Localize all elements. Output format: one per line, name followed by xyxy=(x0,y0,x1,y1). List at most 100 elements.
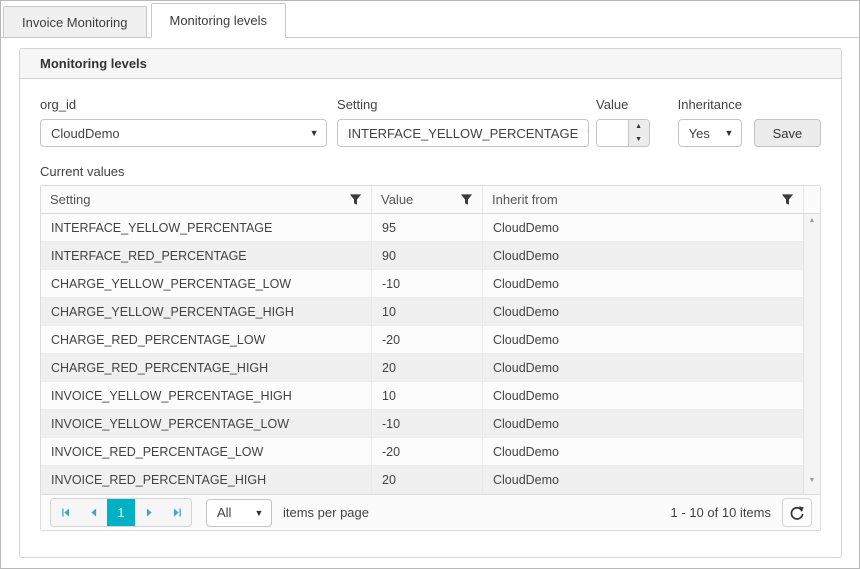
filter-icon[interactable] xyxy=(781,193,794,206)
grid-rows: INTERFACE_YELLOW_PERCENTAGE 95 CloudDemo… xyxy=(41,214,803,494)
table-row[interactable]: CHARGE_RED_PERCENTAGE_LOW -20 CloudDemo xyxy=(41,326,803,354)
cell-value: 95 xyxy=(372,214,483,241)
chevron-down-icon: ▼ xyxy=(717,128,741,138)
column-header-setting[interactable]: Setting xyxy=(41,186,372,213)
pager-info: 1 - 10 of 10 items xyxy=(671,505,771,520)
table-row[interactable]: CHARGE_YELLOW_PERCENTAGE_HIGH 10 CloudDe… xyxy=(41,298,803,326)
refresh-icon xyxy=(789,505,805,521)
spinner-down-button[interactable]: ▼ xyxy=(629,133,649,146)
table-row[interactable]: INTERFACE_RED_PERCENTAGE 90 CloudDemo xyxy=(41,242,803,270)
filter-icon[interactable] xyxy=(349,193,362,206)
cell-value: 10 xyxy=(372,298,483,325)
table-row[interactable]: INVOICE_RED_PERCENTAGE_LOW -20 CloudDemo xyxy=(41,438,803,466)
app-window: Invoice Monitoring Monitoring levels Mon… xyxy=(0,0,860,569)
tab-label: Invoice Monitoring xyxy=(22,15,128,30)
setting-dropdown[interactable]: INTERFACE_YELLOW_PERCENTAGE ▼ xyxy=(337,119,589,147)
value-numeric-input: ▲ ▼ xyxy=(596,119,650,147)
cell-inherit-from: CloudDemo xyxy=(483,438,803,465)
tab-strip: Invoice Monitoring Monitoring levels xyxy=(1,1,859,38)
cell-value: -10 xyxy=(372,270,483,297)
tab-label: Monitoring levels xyxy=(170,13,268,28)
table-row[interactable]: INVOICE_RED_PERCENTAGE_HIGH 20 CloudDemo xyxy=(41,466,803,494)
cell-inherit-from: CloudDemo xyxy=(483,298,803,325)
cell-setting: CHARGE_RED_PERCENTAGE_LOW xyxy=(41,326,372,353)
grid-body: INTERFACE_YELLOW_PERCENTAGE 95 CloudDemo… xyxy=(41,214,820,494)
column-header-value[interactable]: Value xyxy=(372,186,483,213)
org-id-label: org_id xyxy=(40,97,327,112)
settings-form: org_id CloudDemo ▼ Setting INTERFACE_YEL… xyxy=(40,97,821,147)
page-size-dropdown[interactable]: All ▼ xyxy=(206,499,272,527)
tab-monitoring-levels[interactable]: Monitoring levels xyxy=(151,3,287,38)
cell-setting: INVOICE_YELLOW_PERCENTAGE_LOW xyxy=(41,410,372,437)
cell-inherit-from: CloudDemo xyxy=(483,326,803,353)
grid-pager: 1 All ▼ items per page 1 - 1 xyxy=(41,494,820,530)
column-header-inherit-from[interactable]: Inherit from xyxy=(483,186,803,213)
cell-setting: INTERFACE_RED_PERCENTAGE xyxy=(41,242,372,269)
cell-value: -20 xyxy=(372,438,483,465)
vertical-scrollbar[interactable]: ▲ ▼ xyxy=(803,214,820,494)
scroll-up-icon[interactable]: ▲ xyxy=(809,217,816,224)
header-scrollbar-spacer xyxy=(803,186,820,213)
refresh-button[interactable] xyxy=(782,498,812,527)
inheritance-label: Inheritance xyxy=(678,97,742,112)
cell-setting: CHARGE_RED_PERCENTAGE_HIGH xyxy=(41,354,372,381)
cell-inherit-from: CloudDemo xyxy=(483,410,803,437)
cell-setting: INTERFACE_YELLOW_PERCENTAGE xyxy=(41,214,372,241)
chevron-down-icon: ▼ xyxy=(302,128,326,138)
next-page-button[interactable] xyxy=(135,499,163,526)
scroll-down-icon[interactable]: ▼ xyxy=(809,477,816,484)
last-page-icon xyxy=(171,506,184,519)
next-page-icon xyxy=(143,506,156,519)
org-id-value: CloudDemo xyxy=(41,126,302,141)
cell-value: 10 xyxy=(372,382,483,409)
spinner-up-button[interactable]: ▲ xyxy=(629,120,649,133)
table-row[interactable]: CHARGE_YELLOW_PERCENTAGE_LOW -10 CloudDe… xyxy=(41,270,803,298)
previous-page-icon xyxy=(87,506,100,519)
chevron-down-icon: ▼ xyxy=(578,128,589,138)
panel-title: Monitoring levels xyxy=(20,49,841,79)
column-title: Setting xyxy=(50,192,90,207)
page-number-button[interactable]: 1 xyxy=(107,499,135,526)
monitoring-levels-panel: Monitoring levels org_id CloudDemo ▼ Set… xyxy=(19,48,842,558)
page-size-value: All xyxy=(207,505,247,520)
cell-setting: CHARGE_YELLOW_PERCENTAGE_HIGH xyxy=(41,298,372,325)
pager-nav-group: 1 xyxy=(50,498,192,527)
cell-inherit-from: CloudDemo xyxy=(483,214,803,241)
cell-value: 90 xyxy=(372,242,483,269)
column-title: Inherit from xyxy=(492,192,558,207)
save-button[interactable]: Save xyxy=(754,119,821,147)
setting-label: Setting xyxy=(337,97,589,112)
cell-inherit-from: CloudDemo xyxy=(483,242,803,269)
cell-inherit-from: CloudDemo xyxy=(483,270,803,297)
last-page-button[interactable] xyxy=(163,499,191,526)
cell-value: 20 xyxy=(372,466,483,493)
cell-value: -10 xyxy=(372,410,483,437)
first-page-button[interactable] xyxy=(51,499,79,526)
tab-invoice-monitoring[interactable]: Invoice Monitoring xyxy=(3,6,147,37)
value-input[interactable] xyxy=(597,120,628,146)
current-values-grid: Setting Value Inherit from INTERFA xyxy=(40,185,821,531)
chevron-down-icon: ▼ xyxy=(247,508,271,518)
current-values-label: Current values xyxy=(40,164,821,179)
column-title: Value xyxy=(381,192,413,207)
table-row[interactable]: CHARGE_RED_PERCENTAGE_HIGH 20 CloudDemo xyxy=(41,354,803,382)
panel-body: org_id CloudDemo ▼ Setting INTERFACE_YEL… xyxy=(20,79,841,531)
cell-inherit-from: CloudDemo xyxy=(483,466,803,493)
value-label: Value xyxy=(596,97,650,112)
previous-page-button[interactable] xyxy=(79,499,107,526)
table-row[interactable]: INVOICE_YELLOW_PERCENTAGE_LOW -10 CloudD… xyxy=(41,410,803,438)
first-page-icon xyxy=(59,506,72,519)
table-row[interactable]: INVOICE_YELLOW_PERCENTAGE_HIGH 10 CloudD… xyxy=(41,382,803,410)
cell-setting: INVOICE_RED_PERCENTAGE_LOW xyxy=(41,438,372,465)
setting-value: INTERFACE_YELLOW_PERCENTAGE xyxy=(338,126,578,141)
inheritance-dropdown[interactable]: Yes ▼ xyxy=(678,119,742,147)
org-id-dropdown[interactable]: CloudDemo ▼ xyxy=(40,119,327,147)
cell-value: -20 xyxy=(372,326,483,353)
cell-inherit-from: CloudDemo xyxy=(483,382,803,409)
items-per-page-label: items per page xyxy=(283,505,369,520)
filter-icon[interactable] xyxy=(460,193,473,206)
cell-setting: CHARGE_YELLOW_PERCENTAGE_LOW xyxy=(41,270,372,297)
cell-setting: INVOICE_RED_PERCENTAGE_HIGH xyxy=(41,466,372,493)
table-row[interactable]: INTERFACE_YELLOW_PERCENTAGE 95 CloudDemo xyxy=(41,214,803,242)
cell-setting: INVOICE_YELLOW_PERCENTAGE_HIGH xyxy=(41,382,372,409)
